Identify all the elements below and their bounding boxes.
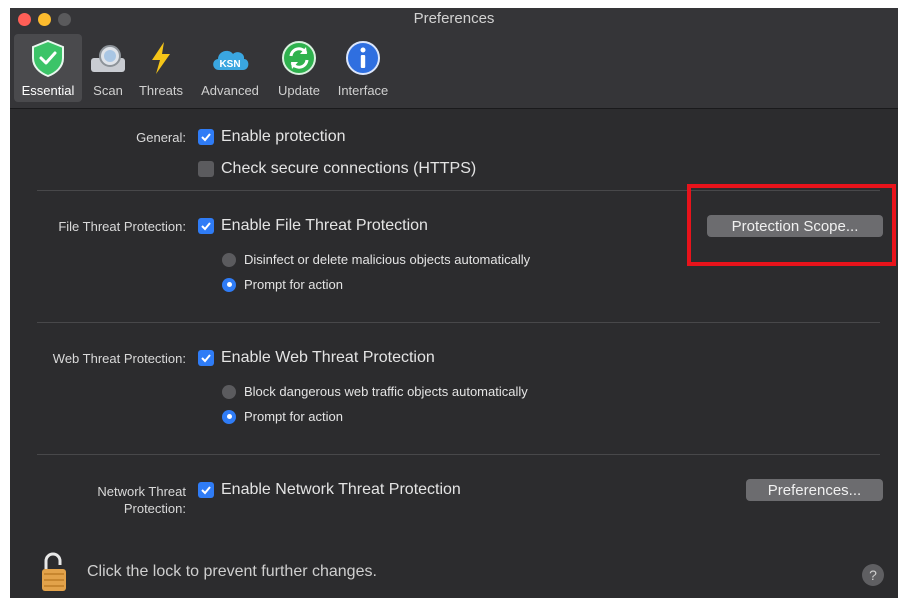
tab-update-label: Update bbox=[278, 83, 320, 98]
file-prompt-label: Prompt for action bbox=[244, 277, 343, 292]
web-block-option[interactable]: Block dangerous web traffic objects auto… bbox=[222, 384, 528, 399]
enable-protection-label: Enable protection bbox=[221, 128, 346, 145]
enable-web-threat-checkbox[interactable] bbox=[198, 350, 214, 366]
file-disinfect-radio[interactable] bbox=[222, 252, 236, 267]
check-https-row[interactable]: Check secure connections (HTTPS) bbox=[198, 160, 476, 178]
enable-protection-row[interactable]: Enable protection bbox=[198, 128, 346, 146]
preferences-window: Preferences Essential Scan Threats KSN A… bbox=[10, 8, 898, 598]
enable-network-threat-row[interactable]: Enable Network Threat Protection bbox=[198, 481, 461, 499]
general-label: General: bbox=[136, 130, 186, 145]
update-icon bbox=[279, 38, 319, 81]
check-https-checkbox[interactable] bbox=[198, 161, 214, 177]
enable-file-threat-label: Enable File Threat Protection bbox=[221, 217, 428, 234]
title-bar: Preferences Essential Scan Threats KSN A… bbox=[10, 8, 898, 109]
network-threat-label-line2: Protection: bbox=[123, 501, 186, 516]
network-threat-label-line1: Network Threat bbox=[97, 484, 186, 499]
separator bbox=[37, 454, 880, 455]
enable-web-threat-row[interactable]: Enable Web Threat Protection bbox=[198, 349, 435, 367]
enable-protection-checkbox[interactable] bbox=[198, 129, 214, 145]
window-title: Preferences bbox=[413, 10, 495, 27]
tab-advanced[interactable]: KSN Advanced bbox=[194, 34, 266, 102]
file-disinfect-option[interactable]: Disinfect or delete malicious objects au… bbox=[222, 252, 530, 267]
file-prompt-option[interactable]: Prompt for action bbox=[222, 277, 343, 292]
shield-check-icon bbox=[28, 38, 68, 81]
scan-icon bbox=[88, 38, 128, 81]
tab-advanced-label: Advanced bbox=[201, 83, 259, 98]
enable-network-threat-checkbox[interactable] bbox=[198, 482, 214, 498]
enable-file-threat-row[interactable]: Enable File Threat Protection bbox=[198, 217, 428, 235]
tab-essential[interactable]: Essential bbox=[14, 34, 82, 102]
file-threat-label: File Threat Protection: bbox=[58, 219, 186, 234]
tab-interface[interactable]: Interface bbox=[332, 34, 394, 102]
network-threat-label: Network Threat Protection: bbox=[70, 483, 186, 517]
highlight-box bbox=[687, 184, 896, 266]
lightning-icon bbox=[144, 38, 178, 81]
info-icon bbox=[343, 38, 383, 81]
tab-interface-label: Interface bbox=[337, 83, 389, 98]
tab-essential-label: Essential bbox=[21, 83, 75, 98]
ksn-cloud-icon: KSN bbox=[207, 38, 253, 81]
help-button[interactable]: ? bbox=[862, 564, 884, 586]
check-https-label: Check secure connections (HTTPS) bbox=[221, 160, 477, 177]
lock-instruction-text: Click the lock to prevent further change… bbox=[87, 563, 377, 580]
web-block-radio[interactable] bbox=[222, 384, 236, 399]
web-prompt-radio[interactable] bbox=[222, 409, 236, 424]
file-disinfect-label: Disinfect or delete malicious objects au… bbox=[244, 252, 531, 267]
lock-icon[interactable] bbox=[40, 551, 70, 598]
web-threat-label: Web Threat Protection: bbox=[52, 351, 186, 366]
web-prompt-label: Prompt for action bbox=[244, 409, 343, 424]
tab-update[interactable]: Update bbox=[270, 34, 328, 102]
tab-threats[interactable]: Threats bbox=[134, 34, 188, 102]
tab-scan-label: Scan bbox=[93, 83, 123, 98]
tab-scan[interactable]: Scan bbox=[86, 34, 130, 102]
web-prompt-option[interactable]: Prompt for action bbox=[222, 409, 343, 424]
tab-threats-label: Threats bbox=[138, 83, 184, 98]
file-prompt-radio[interactable] bbox=[222, 277, 236, 292]
web-block-label: Block dangerous web traffic objects auto… bbox=[244, 384, 528, 399]
ksn-icon-text: KSN bbox=[219, 59, 240, 70]
enable-network-threat-label: Enable Network Threat Protection bbox=[221, 481, 461, 498]
network-preferences-button[interactable]: Preferences... bbox=[746, 479, 883, 501]
enable-file-threat-checkbox[interactable] bbox=[198, 218, 214, 234]
enable-web-threat-label: Enable Web Threat Protection bbox=[221, 349, 435, 366]
separator bbox=[37, 322, 880, 323]
